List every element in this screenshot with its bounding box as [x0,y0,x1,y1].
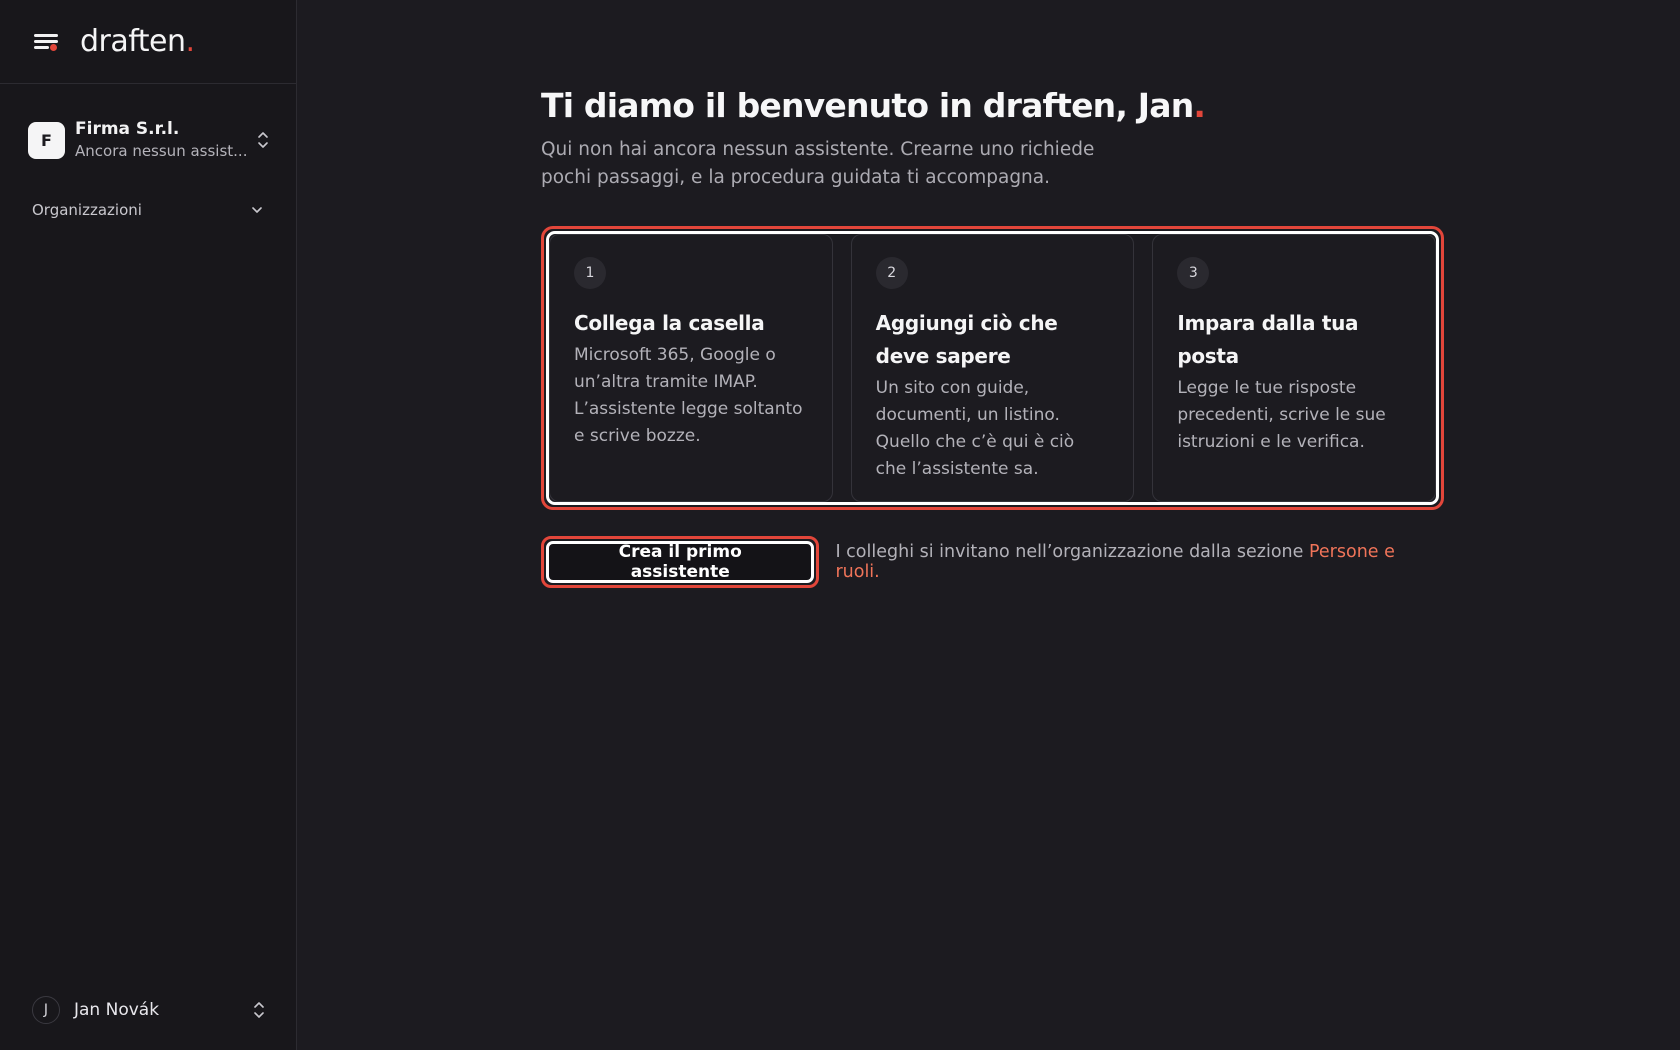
cta-row: Crea il primo assistente I colleghi si i… [541,534,1441,590]
org-text: Firma S.r.l. Ancora nessun assist... [75,118,254,162]
create-first-assistant-button[interactable]: Crea il primo assistente [546,541,815,583]
step-description: Un sito con guide, documenti, un listino… [875,378,1075,479]
page-subtitle: Qui non hai ancora nessun assistente. Cr… [541,139,1095,188]
step-title: Impara dalla tua posta [1177,311,1359,368]
step-card: 2 Aggiungi ciò che deve sapere Un sito c… [850,234,1135,502]
step-number: 3 [1177,257,1210,289]
invite-note-text: I colleghi si invitano nell’organizzazio… [835,542,1309,562]
menu-icon-bar [34,45,49,49]
step-description: Legge le tue risposte precedenti, scrive… [1177,378,1386,452]
logo[interactable]: draften. [80,24,195,59]
step-number: 1 [574,257,606,289]
sidebar: draften. F Firma S.r.l. Ancora nessun as… [0,0,297,1050]
welcome-panel: Ti diamo il benvenuto in draften, Jan. Q… [541,86,1444,588]
step-description: Microsoft 365, Google o un’altra tramite… [574,345,803,446]
step-card: 1 Collega la casella Microsoft 365, Goog… [549,234,833,502]
cta-highlight: Crea il primo assistente [541,536,820,588]
steps-list: 1 Collega la casella Microsoft 365, Goog… [546,231,1439,505]
org-avatar: F [28,121,65,159]
user-menu[interactable]: J Jan Novák [32,994,268,1026]
logo-dot: . [185,24,196,59]
organizations-section-label: Organizzazioni [32,201,142,219]
page-title-dot: . [1193,86,1206,125]
invite-note-end: . [874,562,880,582]
logo-text: draften [80,24,186,59]
org-name: Firma S.r.l. [75,119,180,139]
user-avatar: J [32,996,60,1024]
page-title: Ti diamo il benvenuto in draften, Jan. [541,86,1441,126]
step-title: Collega la casella [574,311,765,335]
chevron-up-down-icon [254,1002,264,1018]
notification-dot [50,43,57,51]
steps-highlight: 1 Collega la casella Microsoft 365, Goog… [541,226,1444,510]
step-number: 2 [875,257,908,289]
organizations-section-toggle[interactable]: Organizzazioni [32,198,264,222]
invite-note: I colleghi si invitano nell’organizzazio… [835,542,1441,582]
chevron-down-icon [252,207,262,213]
organization-switcher[interactable]: F Firma S.r.l. Ancora nessun assist... [28,117,272,163]
menu-icon-bar [34,33,58,37]
sidebar-header: draften. [0,0,296,84]
step-title: Aggiungi ciò che deve sapere [875,311,1058,368]
chevron-up-down-icon [258,132,268,148]
menu-icon-bar [34,39,58,43]
app-root: draften. F Firma S.r.l. Ancora nessun as… [0,0,1680,1050]
main-content: Ti diamo il benvenuto in draften, Jan. Q… [297,0,1680,1050]
page-title-text: Ti diamo il benvenuto in draften, Jan [541,86,1194,125]
menu-icon[interactable] [32,28,60,56]
org-subtitle: Ancora nessun assist... [75,142,248,160]
user-name: Jan Novák [74,1000,160,1020]
step-card: 3 Impara dalla tua posta Legge le tue ri… [1152,234,1436,502]
